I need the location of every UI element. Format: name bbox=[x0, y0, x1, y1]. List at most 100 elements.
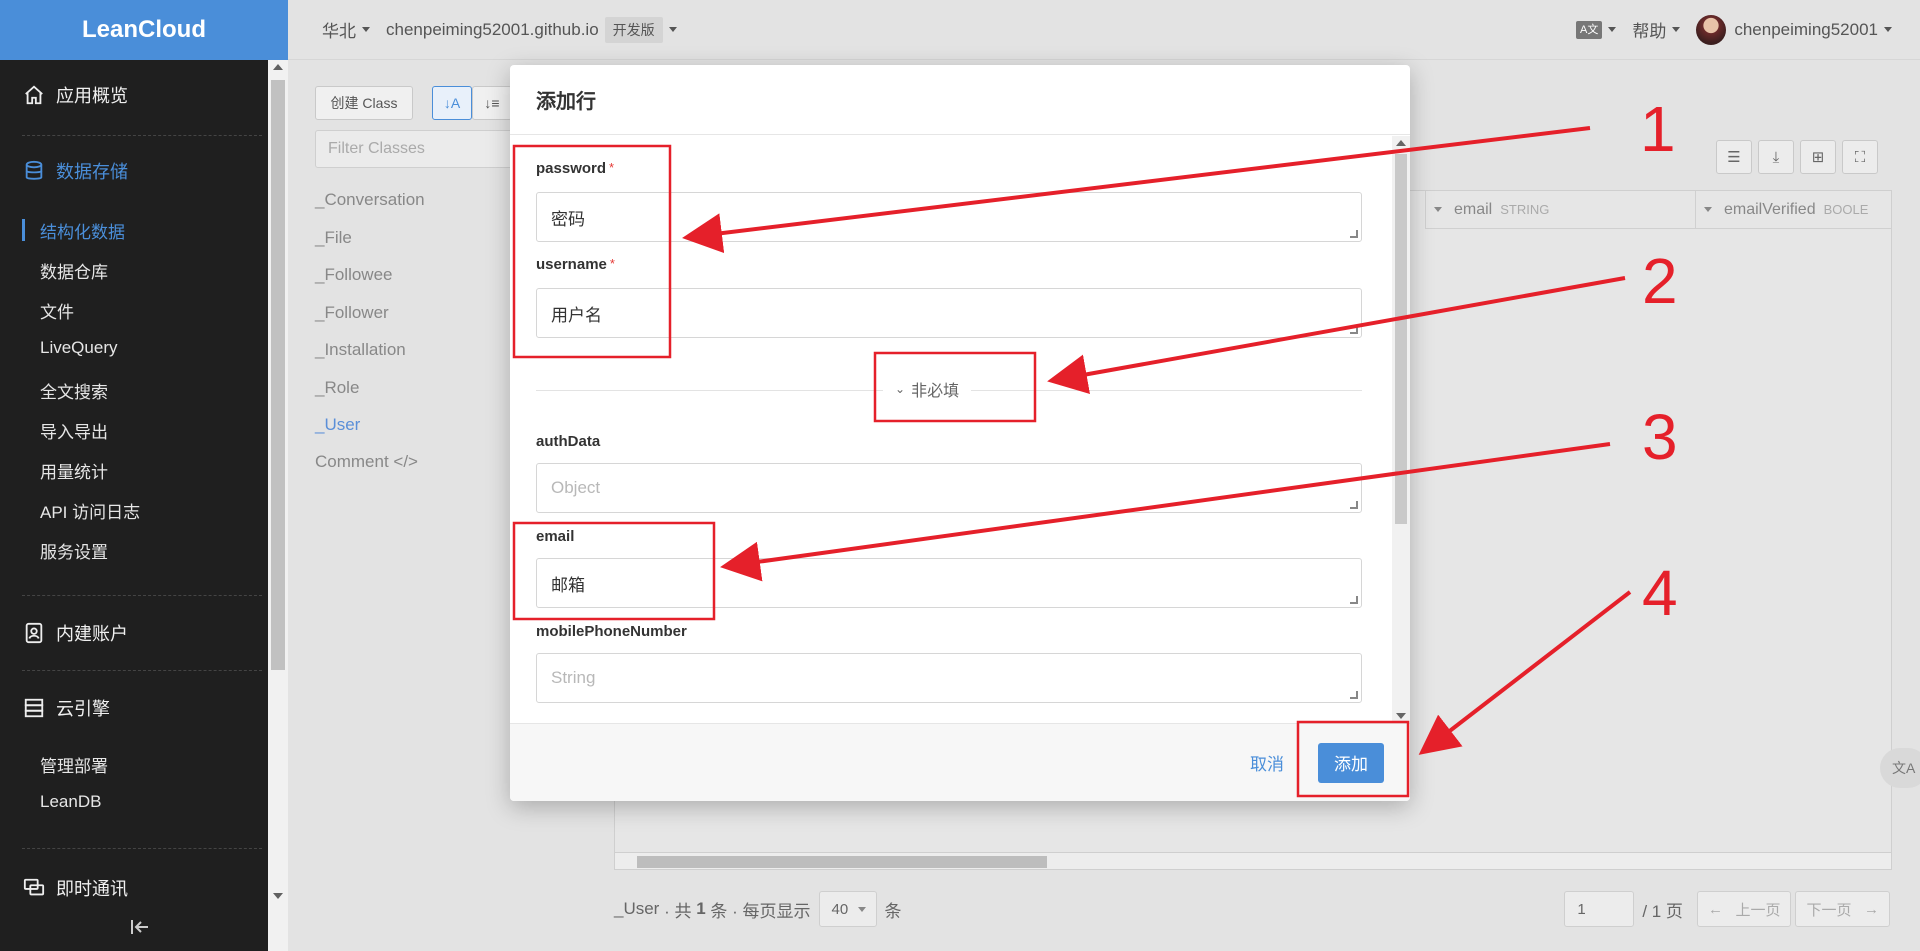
username-value: 用户名 bbox=[551, 305, 602, 325]
nav-api-logs[interactable]: API 访问日志 bbox=[40, 498, 140, 523]
cancel-button[interactable]: 取消 bbox=[1250, 750, 1284, 775]
nav-storage[interactable]: 数据存储 bbox=[22, 158, 128, 184]
chevron-down-icon bbox=[1884, 27, 1892, 32]
create-class-button[interactable]: 创建 Class bbox=[315, 86, 413, 120]
user-menu[interactable]: chenpeiming52001 bbox=[1696, 14, 1892, 45]
collapse-left-icon[interactable] bbox=[130, 918, 150, 941]
nav-livequery[interactable]: LiveQuery bbox=[40, 338, 117, 358]
chevron-down-icon: ⌄ bbox=[895, 382, 906, 396]
chevron-down-icon bbox=[1434, 207, 1442, 212]
nav-overview[interactable]: 应用概览 bbox=[22, 82, 128, 108]
scroll-down-icon[interactable] bbox=[273, 893, 283, 899]
page-size-select[interactable]: 40 bbox=[818, 891, 877, 927]
help-label: 帮助 bbox=[1632, 22, 1667, 41]
class-item[interactable]: _Follower bbox=[315, 303, 389, 323]
resize-handle-icon[interactable] bbox=[1350, 691, 1358, 699]
scroll-up-icon[interactable] bbox=[273, 64, 283, 70]
help-menu[interactable]: 帮助 bbox=[1632, 17, 1681, 42]
column-header-emailverified[interactable]: emailVerified BOOLE bbox=[1695, 191, 1891, 229]
nav-service-settings[interactable]: 服务设置 bbox=[40, 538, 108, 563]
username-label: chenpeiming52001 bbox=[1734, 19, 1878, 39]
app-logo[interactable]: LeanCloud bbox=[0, 0, 288, 60]
region-selector[interactable]: 华北 bbox=[322, 17, 370, 42]
column-header-email[interactable]: email STRING bbox=[1425, 191, 1695, 229]
page-size-unit: 条 bbox=[884, 901, 902, 921]
required-asterisk: * bbox=[609, 256, 615, 271]
chevron-down-icon bbox=[668, 27, 677, 32]
scroll-up-icon[interactable] bbox=[1396, 140, 1406, 146]
dialog-body: password * 密码 username * 用户名 ⌄ 非必填 authDat… bbox=[510, 136, 1410, 723]
prev-page-button[interactable]: ← 上一页 bbox=[1696, 891, 1792, 927]
next-page-label: 下一页 bbox=[1806, 901, 1852, 919]
chevron-down-icon bbox=[1704, 207, 1712, 212]
add-button[interactable]: 添加 bbox=[1318, 742, 1384, 783]
nav-accounts[interactable]: 内建账户 bbox=[22, 620, 128, 646]
resize-handle-icon[interactable] bbox=[1350, 326, 1358, 334]
nav-fulltext-search[interactable]: 全文搜索 bbox=[40, 378, 108, 403]
optional-toggle-label: 非必填 bbox=[911, 383, 960, 400]
sidebar: 应用概览 数据存储 结构化数据 数据仓库 文件 LiveQuery 全文搜索 导… bbox=[0, 60, 288, 951]
nav-leandb[interactable]: LeanDB bbox=[40, 792, 101, 812]
chevron-down-icon bbox=[1608, 27, 1617, 32]
columns-icon[interactable]: ⊞ bbox=[1800, 140, 1836, 174]
resize-handle-icon[interactable] bbox=[1350, 596, 1358, 604]
mobile-phone-field[interactable]: String bbox=[536, 653, 1362, 703]
page-size-value: 40 bbox=[831, 900, 849, 918]
sliders-icon[interactable]: ☰ bbox=[1716, 140, 1752, 174]
class-item[interactable]: _Followee bbox=[315, 265, 393, 285]
chevron-down-icon bbox=[858, 906, 867, 912]
divider bbox=[22, 848, 262, 849]
plan-badge: 开发版 bbox=[604, 16, 663, 43]
annotation-number-2: 2 bbox=[1642, 245, 1678, 317]
nav-deploy[interactable]: 管理部署 bbox=[40, 752, 108, 777]
nav-structured-data[interactable]: 结构化数据 bbox=[40, 218, 125, 243]
nav-data-warehouse[interactable]: 数据仓库 bbox=[40, 258, 108, 283]
column-type: STRING bbox=[1500, 202, 1550, 217]
password-field[interactable]: 密码 bbox=[536, 192, 1362, 242]
field-label-password: password * bbox=[536, 160, 614, 177]
app-selector[interactable]: chenpeiming52001.github.io 开发版 bbox=[386, 16, 677, 43]
nav-im[interactable]: 即时通讯 bbox=[22, 875, 128, 901]
arrow-left-icon: ← bbox=[1707, 900, 1723, 918]
class-item[interactable]: _Installation bbox=[315, 340, 406, 360]
page-input[interactable]: 1 bbox=[1564, 891, 1635, 927]
scrollbar-thumb[interactable] bbox=[271, 80, 285, 670]
class-item-user[interactable]: _User bbox=[315, 415, 360, 435]
grid-footer: _User · 共 1 条 · 每页显示 40 条 1 / 1 页 ← 上一页 … bbox=[614, 890, 1920, 928]
optional-fields-toggle[interactable]: ⌄ 非必填 bbox=[883, 377, 972, 401]
dialog-scrollbar[interactable] bbox=[1392, 136, 1410, 723]
translate-float-button[interactable]: 文A bbox=[1880, 748, 1920, 788]
top-bar: 华北 chenpeiming52001.github.io 开发版 A文 帮助 … bbox=[288, 0, 1920, 60]
sort-asc-button[interactable]: ↓A bbox=[432, 86, 472, 120]
scrollbar-thumb[interactable] bbox=[1395, 154, 1407, 524]
server-icon bbox=[22, 696, 46, 720]
dialog-title: 添加行 bbox=[510, 65, 1410, 135]
field-label-mobile: mobilePhoneNumber bbox=[536, 623, 687, 640]
field-label-username: username * bbox=[536, 256, 615, 273]
language-selector[interactable]: A文 bbox=[1575, 20, 1617, 39]
resize-handle-icon[interactable] bbox=[1350, 230, 1358, 238]
authdata-field[interactable]: Object bbox=[536, 463, 1362, 513]
scroll-down-icon[interactable] bbox=[1396, 713, 1406, 719]
class-item-comment[interactable]: Comment </> bbox=[315, 452, 418, 472]
horizontal-scrollbar[interactable] bbox=[614, 852, 1892, 870]
username-field[interactable]: 用户名 bbox=[536, 288, 1362, 338]
footer-total-count: 1 bbox=[696, 899, 706, 918]
sidebar-scrollbar[interactable] bbox=[268, 60, 288, 951]
column-name: email bbox=[1454, 200, 1493, 218]
nav-usage-stats[interactable]: 用量统计 bbox=[40, 458, 108, 483]
next-page-button[interactable]: 下一页 → bbox=[1795, 891, 1890, 927]
class-item[interactable]: _Conversation bbox=[315, 190, 425, 210]
sort-desc-button[interactable]: ↓≡ bbox=[472, 86, 512, 120]
nav-cloud-engine[interactable]: 云引擎 bbox=[22, 695, 110, 721]
fullscreen-icon[interactable]: ⛶ bbox=[1842, 140, 1878, 174]
nav-files[interactable]: 文件 bbox=[40, 298, 74, 323]
resize-handle-icon[interactable] bbox=[1350, 501, 1358, 509]
class-item[interactable]: _Role bbox=[315, 378, 359, 398]
email-field[interactable]: 邮箱 bbox=[536, 558, 1362, 608]
scrollbar-thumb[interactable] bbox=[637, 856, 1047, 868]
class-item[interactable]: _File bbox=[315, 228, 352, 248]
divider bbox=[22, 670, 262, 671]
nav-import-export[interactable]: 导入导出 bbox=[40, 418, 108, 443]
download-icon[interactable]: ⤓ bbox=[1758, 140, 1794, 174]
